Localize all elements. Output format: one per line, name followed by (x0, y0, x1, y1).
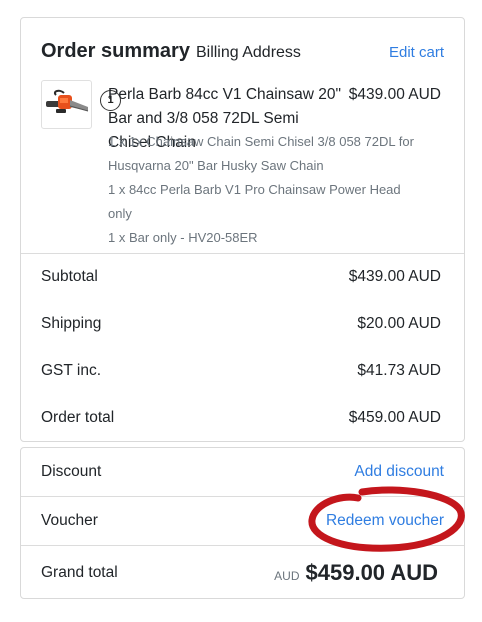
shipping-row: Shipping $20.00 AUD (41, 312, 441, 336)
grand-total-currency: AUD (274, 569, 300, 583)
edit-cart-link[interactable]: Edit cart (389, 44, 444, 61)
grand-total-value-group: AUD $459.00 AUD (274, 560, 438, 586)
product-option: 1 x 1x Chainsaw Chain Semi Chisel 3/8 05… (108, 134, 414, 173)
summary-header: Order summary Billing Address Edit cart (41, 40, 444, 68)
discount-label: Discount (41, 463, 102, 480)
billing-address-label: Billing Address (195, 44, 301, 61)
subtotal-label: Subtotal (41, 268, 98, 285)
order-total-value: $459.00 AUD (348, 409, 441, 426)
divider (21, 496, 464, 497)
grand-total-row: Grand total AUD $459.00 AUD (41, 558, 438, 588)
extras-card: Discount Add discount Voucher Redeem vou… (20, 447, 465, 599)
add-discount-link[interactable]: Add discount (354, 463, 444, 481)
divider (21, 253, 464, 254)
gst-row: GST inc. $41.73 AUD (41, 359, 441, 383)
grand-total-label: Grand total (41, 564, 118, 581)
product-options: 1 x 1x Chainsaw Chain Semi Chisel 3/8 05… (108, 130, 428, 250)
shipping-label: Shipping (41, 315, 102, 332)
product-thumbnail (41, 80, 92, 129)
subtotal-row: Subtotal $439.00 AUD (41, 265, 441, 289)
grand-total-amount: $459.00 AUD (305, 560, 438, 585)
order-total-label: Order total (41, 409, 115, 426)
order-summary-title: Order summary (41, 40, 190, 62)
subtotal-value: $439.00 AUD (348, 268, 441, 285)
product-option: 1 x 84cc Perla Barb V1 Pro Chainsaw Powe… (108, 182, 401, 221)
gst-value: $41.73 AUD (357, 362, 441, 379)
gst-label: GST inc. (41, 362, 102, 379)
chainsaw-icon (46, 89, 89, 113)
divider (21, 545, 464, 546)
order-summary-card: Order summary Billing Address Edit cart … (20, 17, 465, 442)
voucher-row: Voucher Redeem voucher (41, 509, 444, 533)
product-price: $439.00 AUD (348, 86, 441, 103)
discount-row: Discount Add discount (41, 460, 444, 484)
product-option: 1 x Bar only - HV20-58ER (108, 230, 258, 245)
shipping-value: $20.00 AUD (357, 315, 441, 332)
redeem-voucher-link[interactable]: Redeem voucher (326, 512, 444, 530)
order-total-row: Order total $459.00 AUD (41, 406, 441, 430)
voucher-label: Voucher (41, 512, 98, 529)
